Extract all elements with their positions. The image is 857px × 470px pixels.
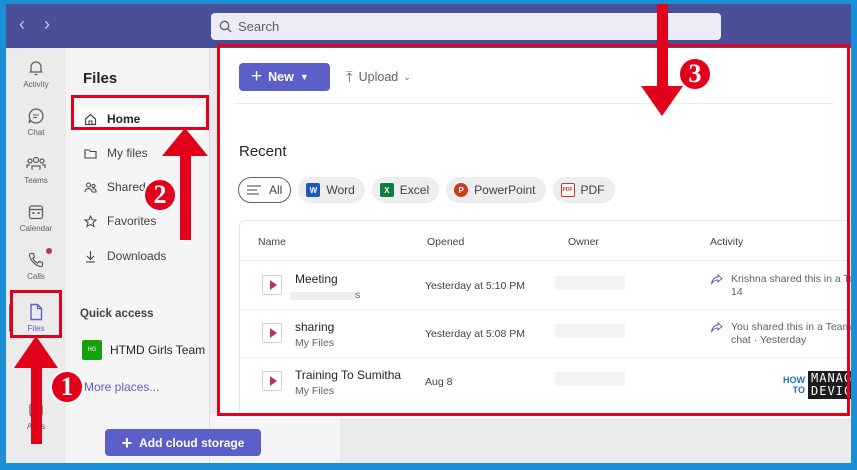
annotation-number-2: 2 xyxy=(143,178,177,212)
annotation-arrows xyxy=(14,4,683,444)
annotation-number-1: 1 xyxy=(50,370,84,404)
arrow-down-main xyxy=(641,4,683,116)
annotation-number-3: 3 xyxy=(678,57,712,91)
teams-window: ‹ › Search Activity Chat Teams Calendar … xyxy=(6,4,851,463)
